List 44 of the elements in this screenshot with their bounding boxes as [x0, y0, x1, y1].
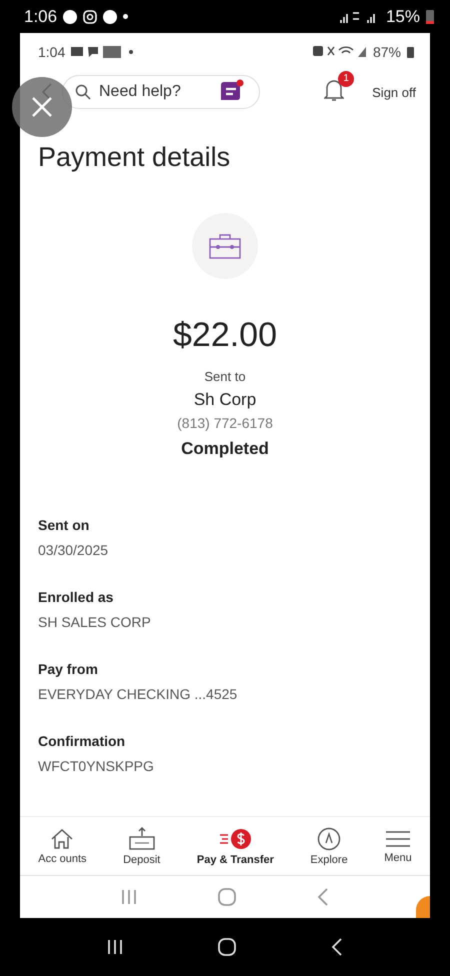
status-time: 1:06	[24, 6, 58, 26]
battery-percentage: 87%	[372, 44, 401, 60]
search-field[interactable]: Need help?	[97, 82, 211, 102]
dot-icon	[129, 50, 134, 54]
recent-apps-icon[interactable]	[106, 938, 124, 956]
search-icon	[75, 84, 91, 100]
detail-value: 03/30/2025	[38, 542, 110, 558]
recipient-phone: (813) 772-6178	[177, 415, 273, 431]
camera-icon	[83, 10, 98, 24]
payment-amount: $22.00	[173, 316, 277, 355]
battery-percentage: 15%	[386, 6, 420, 26]
recipient-name: Sh Corp	[194, 390, 256, 410]
notification-icons	[71, 46, 124, 58]
notification-badge: 1	[338, 70, 354, 86]
menu-icon	[384, 828, 411, 848]
status-time: 1:04	[38, 44, 66, 60]
payment-status: Completed	[181, 439, 269, 459]
compass-icon	[317, 826, 342, 850]
tab-bar-item[interactable]: Acc ounts	[34, 828, 91, 864]
tab-bar-item[interactable]: Explore	[306, 826, 352, 866]
tab-bar-item[interactable]: Pay & Transfer	[192, 826, 278, 866]
back-icon[interactable]	[330, 937, 344, 957]
battery-icon	[407, 46, 414, 58]
dollar-coin-icon	[218, 826, 252, 850]
tab-bar-item[interactable]: Deposit	[119, 826, 164, 866]
sent-to-label: Sent to	[204, 369, 246, 384]
detail-value: EVERYDAY CHECKING ...4525	[38, 686, 238, 702]
battery-icon	[426, 9, 434, 24]
bell-icon[interactable]	[324, 78, 344, 100]
deposit-icon	[128, 826, 156, 850]
sign-off-link[interactable]: Sign off	[372, 84, 416, 100]
dot-icon	[123, 14, 128, 19]
briefcase-icon	[209, 233, 241, 259]
detail-label: Confirmation	[38, 733, 126, 749]
page-title: Payment details	[38, 142, 232, 173]
detail-value: WFCT0YNSKPPG	[38, 758, 155, 774]
detail-value: SH SALES CORP	[38, 614, 152, 630]
detail-label: Enrolled as	[38, 589, 114, 605]
detail-label: Sent on	[38, 517, 90, 533]
close-icon	[31, 96, 53, 118]
detail-label: Pay from	[38, 661, 99, 677]
tab-bar-item[interactable]: Menu	[380, 828, 416, 864]
search-bar[interactable]: Need help?	[62, 75, 260, 109]
system-status-icons	[312, 45, 367, 58]
